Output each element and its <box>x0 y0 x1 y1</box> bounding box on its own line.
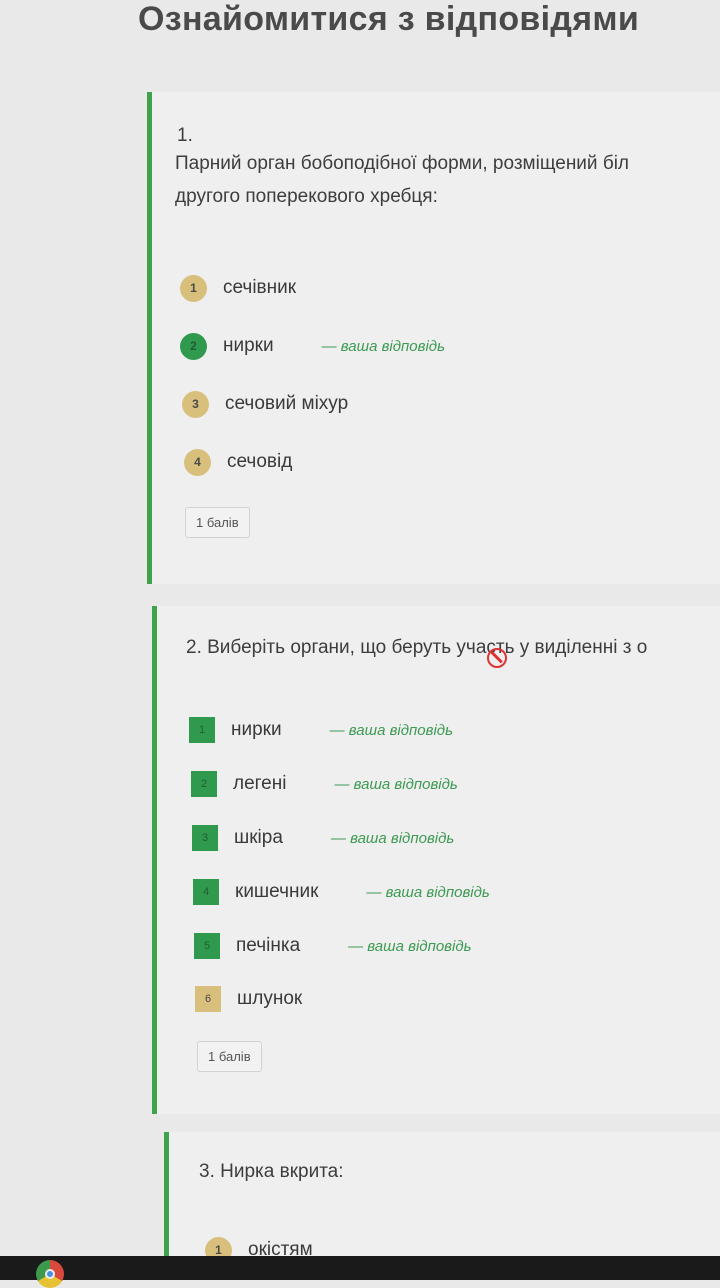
your-answer-note: — ваша відповідь <box>330 829 455 847</box>
option-label: шлунок <box>237 988 303 1009</box>
question-text: 2. Виберіть органи, що беруть участь у в… <box>186 637 648 658</box>
answer-option: 4 кишечник — ваша відповідь <box>193 876 490 908</box>
option-number-badge: 1 <box>189 717 215 743</box>
option-label: сечовий міхур <box>225 393 349 414</box>
option-number-badge: 1 <box>180 274 207 302</box>
option-label: печінка <box>236 935 301 956</box>
answer-option: 5 печінка — ваша відповідь <box>194 930 472 962</box>
option-number-badge: 3 <box>182 390 209 418</box>
option-number-badge: 4 <box>193 879 219 905</box>
page-title: Ознайомитися з відповідями <box>138 0 640 38</box>
option-number-badge: 2 <box>180 332 207 360</box>
answer-option: 2 нирки — ваша відповідь <box>180 330 445 362</box>
option-number-badge: 3 <box>192 825 218 851</box>
your-answer-note: — ваша відповідь <box>348 937 472 955</box>
answer-option: 1 сечівник <box>180 272 296 304</box>
option-label: сечовід <box>227 451 293 472</box>
option-label: сечівник <box>223 277 297 298</box>
answer-option: 6 шлунок <box>195 983 302 1015</box>
option-label: шкіра <box>234 827 283 848</box>
not-allowed-cursor-icon <box>487 648 507 668</box>
option-number-badge: 2 <box>191 771 217 797</box>
answer-option: 3 сечовий міхур <box>182 388 348 420</box>
option-label: кишечник <box>235 881 319 902</box>
question-card-2: 2. Виберіть органи, що беруть участь у в… <box>152 606 720 1114</box>
question-text-line-1: Парний орган бобоподібної форми, розміще… <box>175 153 630 174</box>
question-card-1: 1. Парний орган бобоподібної форми, розм… <box>147 92 720 584</box>
answer-option: 1 нирки — ваша відповідь <box>189 714 453 746</box>
chrome-icon[interactable] <box>36 1260 64 1288</box>
option-label: легені <box>233 773 287 794</box>
question-card-3: 3. Нирка вкрита: 1 окістям <box>164 1132 720 1264</box>
your-answer-note: — ваша відповідь <box>334 775 458 793</box>
option-number-badge: 5 <box>194 933 220 959</box>
points-badge: 1 балів <box>185 507 250 538</box>
option-number-badge: 6 <box>195 986 221 1012</box>
answer-option: 4 сечовід <box>184 446 292 478</box>
your-answer-note: — ваша відповідь <box>321 337 445 355</box>
answer-option: 2 легені — ваша відповідь <box>191 768 458 800</box>
your-answer-note: — ваша відповідь <box>366 883 490 901</box>
question-text-line-2: другого поперекового хребця: <box>175 186 438 207</box>
option-label: нирки <box>223 335 274 356</box>
points-badge: 1 балів <box>197 1041 262 1072</box>
option-label: нирки <box>231 719 282 740</box>
your-answer-note: — ваша відповідь <box>329 721 453 739</box>
option-number-badge: 4 <box>184 448 211 476</box>
answer-option: 3 шкіра — ваша відповідь <box>192 822 454 854</box>
taskbar <box>0 1256 720 1288</box>
question-number: 1. <box>177 125 193 146</box>
question-text: 3. Нирка вкрита: <box>199 1161 344 1182</box>
